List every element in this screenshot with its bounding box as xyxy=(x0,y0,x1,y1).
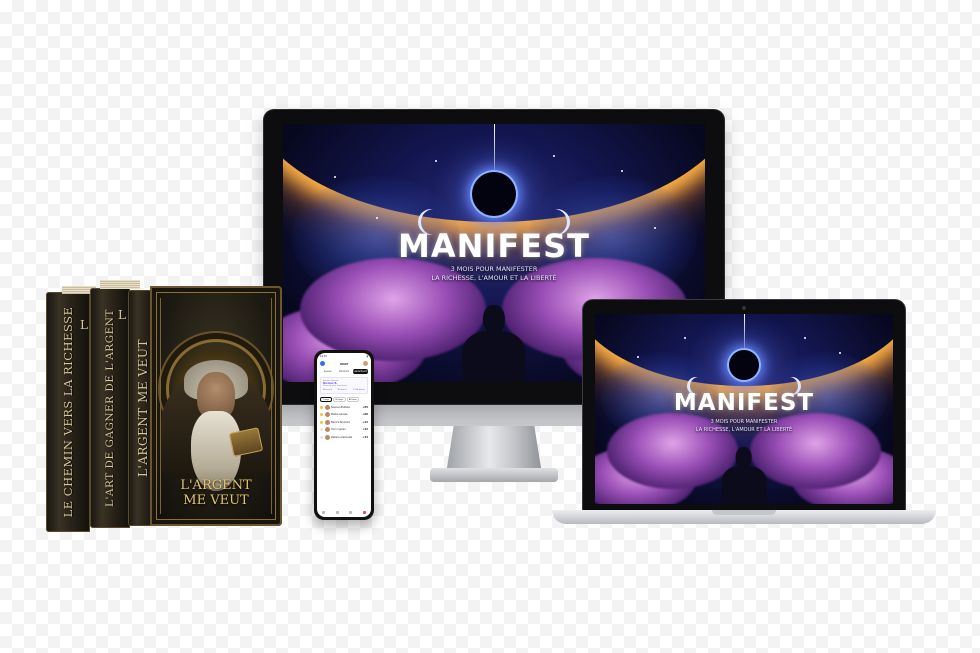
app-header: VOLT xyxy=(320,361,368,366)
range-all-time[interactable]: All time xyxy=(346,397,360,402)
profile-card: Bonjour Nicolas Nicolas B. Keep up your … xyxy=(320,377,368,394)
silhouette-head xyxy=(482,304,506,335)
medal-icon xyxy=(320,405,323,409)
rank-icon xyxy=(320,435,323,439)
manifest-artwork: MANIFEST 3 MOIS POUR MANIFESTER LA RICHE… xyxy=(595,314,893,504)
book-pages xyxy=(100,280,140,289)
leaderboard-row[interactable]: Youri cyprien +42 xyxy=(320,427,368,432)
range-30-days[interactable]: 30 days xyxy=(332,397,346,402)
avatar xyxy=(324,404,330,410)
member-name: Zakaria Arahouets xyxy=(331,435,353,439)
star xyxy=(803,336,806,339)
search-icon[interactable] xyxy=(335,511,339,514)
eclipse-orb xyxy=(729,350,759,381)
member-name: Fabrice Boumein xyxy=(331,420,351,424)
product-mockup-composition: MANIFEST 3 MOIS POUR MANIFESTER LA RICHE… xyxy=(0,0,980,653)
tab-leaderboard[interactable]: Leaderboard xyxy=(352,369,368,374)
avatar xyxy=(324,412,330,417)
tab-spaces[interactable]: Spaces xyxy=(320,369,335,374)
imac-stand-foot xyxy=(430,468,558,482)
tab-bar: Spaces Members Leaderboard xyxy=(320,369,368,374)
stat-points: 1 234 points xyxy=(352,389,365,391)
medal-icon xyxy=(320,413,323,416)
eclipse-orb xyxy=(472,171,516,216)
macbook-screen: MANIFEST 3 MOIS POUR MANIFESTER LA RICHE… xyxy=(595,314,893,504)
cover-title-line-2: ME VEUT xyxy=(183,493,249,509)
leaderboard-row[interactable]: Fabrice Boumein +43 xyxy=(320,419,368,425)
macbook-notch xyxy=(712,510,776,515)
book-spine: L'ART DE GAGNER DE L'ARGENT xyxy=(90,288,130,528)
star xyxy=(553,154,556,157)
screen-title: MANIFEST xyxy=(673,390,815,416)
screen-subtitle-line-2: LA RICHESSE, L'AMOUR ET LA LIBERTÉ xyxy=(695,427,793,433)
bottom-nav xyxy=(317,511,371,514)
leaderboard-row[interactable]: Sleena LESAKAA +65 xyxy=(320,404,368,410)
star xyxy=(333,175,336,178)
avatar[interactable] xyxy=(363,361,368,366)
stat-next-level: Niveau 9 xyxy=(337,389,347,391)
spine-title: LE CHEMIN VERS LA RICHESSE xyxy=(61,306,75,518)
star xyxy=(636,355,639,358)
time-range-selector: 7 days 30 days All time xyxy=(320,397,368,402)
member-score: +60 xyxy=(362,413,368,416)
battery-icon: ▮ xyxy=(366,355,368,358)
chat-icon[interactable] xyxy=(349,511,353,514)
silhouette-figure xyxy=(721,447,767,504)
medal-icon xyxy=(320,420,323,424)
screen-subtitle-line-1: 3 MOIS POUR MANIFESTER xyxy=(450,264,538,273)
tab-members[interactable]: Members xyxy=(336,369,351,374)
status-time: 12:10 xyxy=(320,355,327,358)
home-icon[interactable] xyxy=(322,511,326,514)
member-score: +42 xyxy=(362,428,368,431)
silhouette-body xyxy=(721,466,767,504)
star xyxy=(434,160,437,163)
cover-title: L'ARGENT ME VEUT xyxy=(150,478,282,509)
cover-edge-letter: L xyxy=(80,318,88,332)
member-score: +34 xyxy=(362,435,368,439)
member-name: Malika Aarissa xyxy=(331,413,348,416)
member-name: Sleena LESAKAA xyxy=(331,405,350,409)
spine-title: L'ART DE GAGNER DE L'ARGENT xyxy=(104,309,116,507)
app-title: VOLT xyxy=(339,361,349,366)
status-bar: 12:10 ▮ xyxy=(320,355,368,359)
profile-stats: Niveau 8 Niveau 9 1 234 points xyxy=(323,389,365,391)
avatar xyxy=(324,434,330,440)
member-score: +43 xyxy=(362,420,368,424)
screen-title: MANIFEST xyxy=(398,227,590,266)
spine-title: L'ARGENT ME VEUT xyxy=(136,338,150,478)
avatar xyxy=(324,427,330,432)
phone-screen: 12:10 ▮ VOLT Spaces Members Leaderboard … xyxy=(317,353,371,517)
notification-icon[interactable] xyxy=(362,511,366,514)
app-logo-icon xyxy=(320,361,325,366)
imac-stand xyxy=(446,426,542,474)
member-name: Youri cyprien xyxy=(331,428,346,431)
silhouette-body xyxy=(462,330,526,382)
cover-edge-letter: L xyxy=(118,308,126,322)
screen-subtitle-line-2: LA RICHESSE, L'AMOUR ET LA LIBERTÉ xyxy=(431,273,557,282)
book-cover: L'ARGENT ME VEUT xyxy=(150,286,282,526)
star xyxy=(375,216,378,219)
silhouette-figure xyxy=(462,304,526,382)
leaderboard-row[interactable]: Zakaria Arahouets +34 xyxy=(320,434,368,440)
stat-current-level: Niveau 8 xyxy=(323,389,332,391)
avatar xyxy=(324,419,330,425)
rank-icon xyxy=(320,428,323,431)
leaderboard-row[interactable]: Malika Aarissa +60 xyxy=(320,412,368,417)
screen-subtitle-line-1: 3 MOIS POUR MANIFESTER xyxy=(710,419,778,426)
webcam xyxy=(742,306,746,310)
range-7-days[interactable]: 7 days xyxy=(320,397,332,402)
profile-note: Keep up your hard work xyxy=(323,385,347,387)
member-score: +65 xyxy=(362,405,368,409)
